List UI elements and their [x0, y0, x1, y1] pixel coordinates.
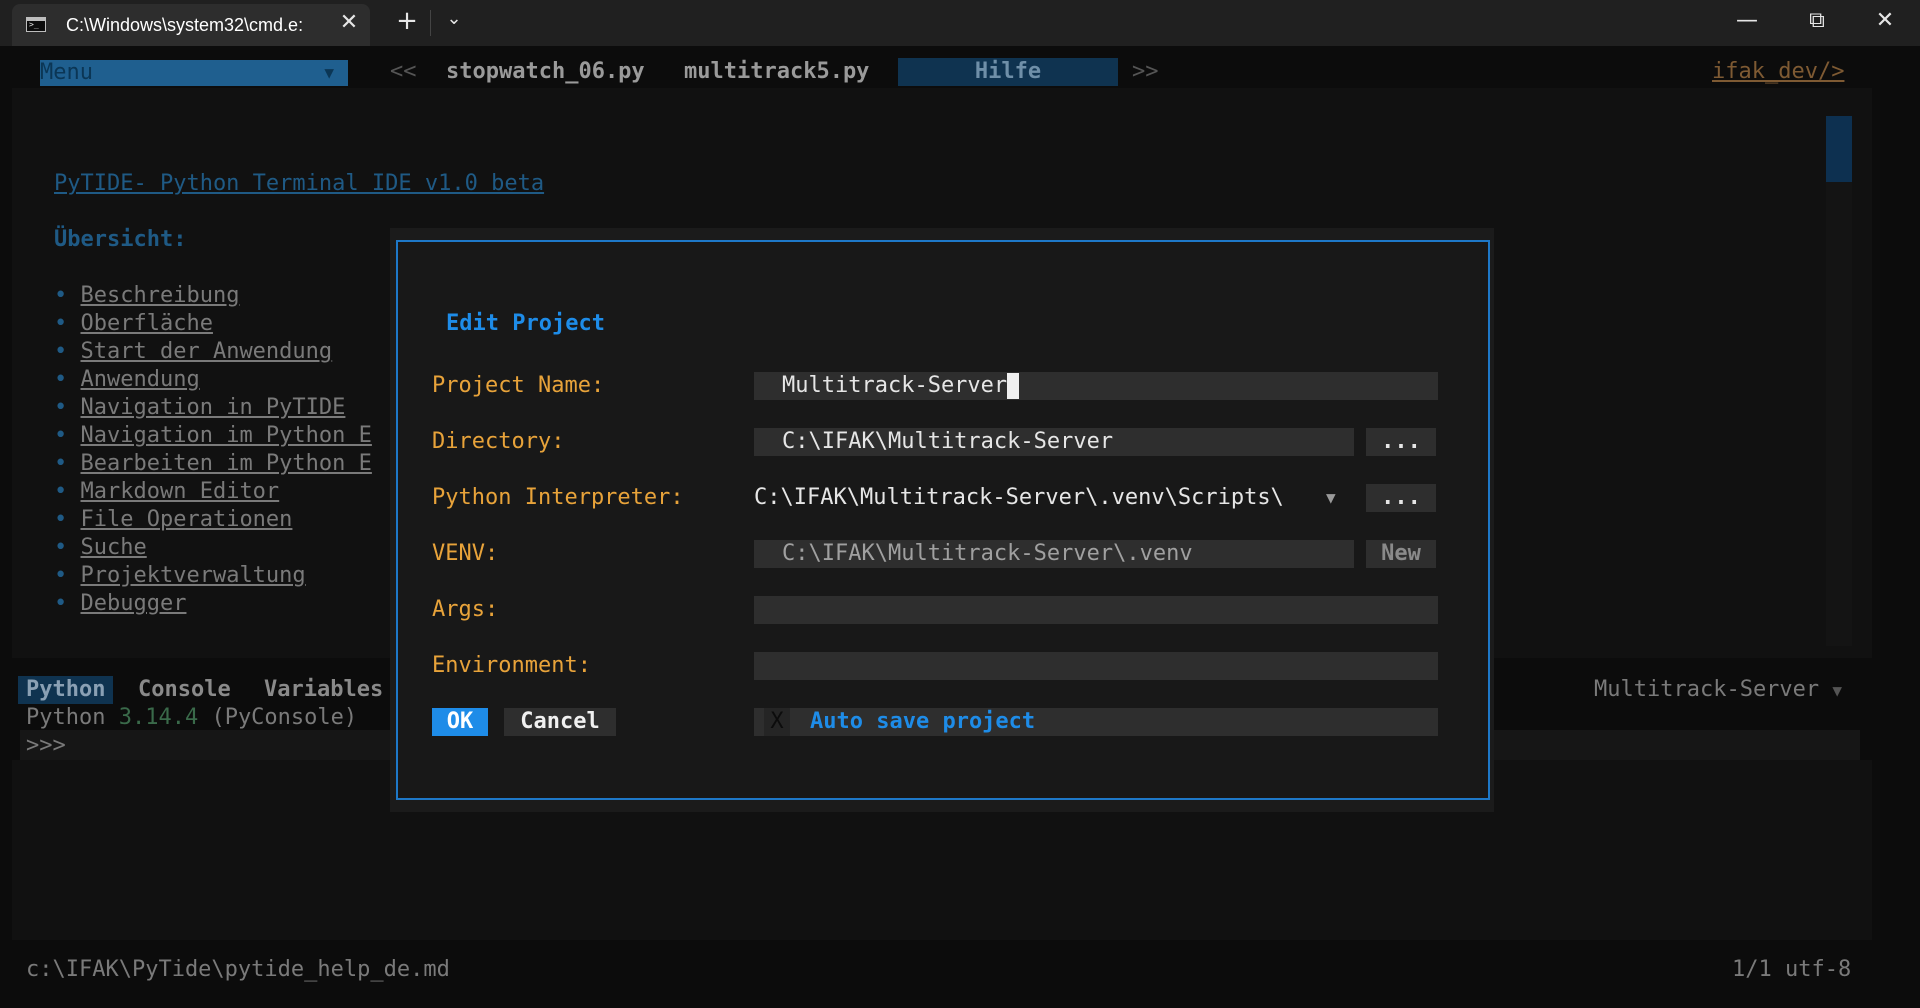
- status-position-encoding: 1/1 utf-8: [1732, 957, 1852, 982]
- console-prompt: >>>: [26, 733, 66, 758]
- environment-input[interactable]: [754, 652, 1438, 680]
- venv-input[interactable]: C:\IFAK\Multitrack-Server\.venv: [754, 540, 1354, 568]
- autosave-label: Auto save project: [810, 709, 1036, 734]
- interpreter-label: Python Interpreter:: [432, 485, 684, 510]
- help-title[interactable]: PyTIDE- Python Terminal IDE v1.0 beta: [54, 170, 544, 198]
- toc-item[interactable]: • Navigation im Python E: [54, 422, 394, 450]
- help-overview-heading: Übersicht:: [54, 227, 187, 252]
- text-cursor: [1007, 373, 1020, 399]
- autosave-row[interactable]: X Auto save project: [754, 708, 1438, 736]
- close-window-button[interactable]: ✕: [1862, 8, 1908, 33]
- project-selector-label: Multitrack-Server: [1594, 677, 1820, 702]
- status-file-path: c:\IFAK\PyTide\pytide_help_de.md: [26, 957, 450, 982]
- titlebar-divider: [430, 10, 431, 36]
- project-name-label: Project Name:: [432, 373, 605, 398]
- project-name-input[interactable]: Multitrack-Server: [754, 372, 1438, 400]
- tab-hilfe[interactable]: Hilfe: [898, 58, 1118, 86]
- terminal-icon: [26, 17, 46, 32]
- dialog-title: Edit Project: [446, 311, 605, 336]
- tab-console[interactable]: Console: [138, 676, 231, 704]
- tab-title: C:\Windows\system32\cmd.e:: [66, 15, 304, 35]
- edit-project-dialog: Edit Project Project Name: Multitrack-Se…: [396, 240, 1490, 800]
- close-tab-icon[interactable]: ✕: [334, 10, 364, 35]
- minimize-button[interactable]: —: [1724, 8, 1770, 33]
- toc-item[interactable]: • Suche: [54, 534, 394, 562]
- browse-interpreter-button[interactable]: ...: [1366, 484, 1436, 512]
- new-tab-button[interactable]: +: [392, 6, 422, 36]
- editor-scrollbar[interactable]: [1826, 116, 1852, 646]
- toc-item[interactable]: • Anwendung: [54, 366, 394, 394]
- autosave-checkbox[interactable]: X: [764, 708, 790, 736]
- interpreter-dropdown-icon[interactable]: ▼: [1326, 484, 1336, 512]
- toc-item[interactable]: • Navigation in PyTIDE: [54, 394, 394, 422]
- tab-python[interactable]: Python: [18, 676, 114, 704]
- directory-label: Directory:: [432, 429, 565, 454]
- menu-label: Menu: [40, 60, 93, 85]
- scroll-tabs-left-button[interactable]: <<: [390, 58, 417, 86]
- venv-label: VENV:: [432, 541, 499, 566]
- scroll-tabs-right-button[interactable]: >>: [1132, 58, 1159, 86]
- tab-multitrack5[interactable]: multitrack5.py: [684, 58, 869, 86]
- project-selector-arrow-icon: ▼: [1832, 681, 1843, 700]
- toc-item[interactable]: • Start der Anwendung: [54, 338, 394, 366]
- ok-button[interactable]: OK: [432, 708, 488, 736]
- toc-item[interactable]: • Markdown Editor: [54, 478, 394, 506]
- tab-variables[interactable]: Variables: [264, 676, 383, 704]
- help-toc: • Beschreibung • Oberfläche • Start der …: [54, 282, 394, 618]
- interpreter-select[interactable]: C:\IFAK\Multitrack-Server\.venv\Scripts\: [754, 484, 1284, 512]
- toc-item[interactable]: • Oberfläche: [54, 310, 394, 338]
- terminal-tab[interactable]: C:\Windows\system32\cmd.e: ✕: [12, 4, 370, 46]
- directory-input[interactable]: C:\IFAK\Multitrack-Server: [754, 428, 1354, 456]
- tab-dropdown-icon[interactable]: ⌄: [442, 8, 466, 29]
- cancel-button[interactable]: Cancel: [504, 708, 616, 736]
- toc-item[interactable]: • File Operationen: [54, 506, 394, 534]
- project-selector[interactable]: Multitrack-Server ▼: [1594, 676, 1842, 705]
- menu-arrow-icon: ▼: [324, 63, 334, 82]
- toc-item[interactable]: • Debugger: [54, 590, 394, 618]
- maximize-button[interactable]: ⧉: [1794, 8, 1840, 33]
- toc-item[interactable]: • Bearbeiten im Python E: [54, 450, 394, 478]
- environment-label: Environment:: [432, 653, 591, 678]
- tab-stopwatch[interactable]: stopwatch_06.py: [446, 58, 645, 86]
- browse-directory-button[interactable]: ...: [1366, 428, 1436, 456]
- new-venv-button[interactable]: New: [1366, 540, 1436, 568]
- user-link[interactable]: ifak_dev/>: [1712, 58, 1844, 86]
- editor-scrollbar-thumb[interactable]: [1826, 116, 1852, 182]
- args-label: Args:: [432, 597, 499, 622]
- toc-item[interactable]: • Beschreibung: [54, 282, 394, 310]
- python-version-line: Python 3.14.4 (PyConsole): [26, 705, 358, 730]
- menu-dropdown[interactable]: Menu ▼: [40, 60, 348, 86]
- args-input[interactable]: [754, 596, 1438, 624]
- toc-item[interactable]: • Projektverwaltung: [54, 562, 394, 590]
- window-titlebar: C:\Windows\system32\cmd.e: ✕ + ⌄ — ⧉ ✕: [0, 0, 1920, 46]
